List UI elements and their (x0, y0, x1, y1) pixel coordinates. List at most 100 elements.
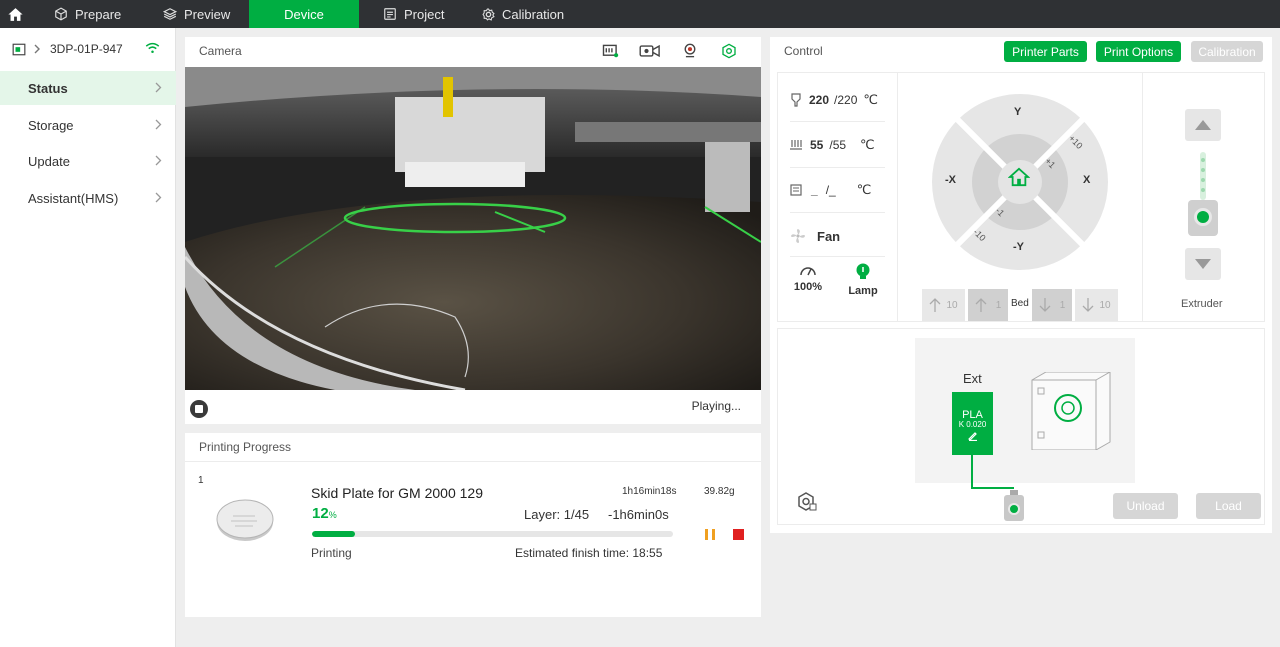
nozzle-current: 220 (809, 93, 830, 107)
speed-value: 100% (793, 281, 823, 293)
estimated-finish: Estimated finish time: 18:55 (515, 546, 663, 560)
divider (790, 212, 885, 213)
sidebar-item-status[interactable]: Status (0, 71, 176, 105)
edit-icon (967, 432, 977, 442)
jog-y-minus[interactable]: -Y (1013, 241, 1024, 253)
device-name: 3DP-01P-947 (50, 42, 123, 56)
jog-y-plus[interactable]: Y (1014, 106, 1021, 118)
sidebar-item-storage[interactable]: Storage (0, 108, 176, 142)
plate-thumbnail (216, 499, 274, 541)
lamp-icon (856, 263, 870, 279)
device-selector[interactable]: 3DP-01P-947 (0, 28, 176, 70)
layer-count: Layer: 1/45 (524, 507, 590, 522)
arrow-down-icon (1039, 298, 1051, 312)
calibration-button[interactable]: Calibration (1191, 41, 1263, 62)
temp-unit: ℃ (856, 182, 872, 197)
nozzle-temp[interactable]: 220 /220 ℃ (790, 92, 878, 108)
progress-title: Printing Progress (199, 440, 292, 454)
device-sidebar: 3DP-01P-947 Status Storage Update Assist… (0, 28, 176, 647)
print-options-button[interactable]: Print Options (1096, 41, 1181, 62)
time-remaining: -1h6min0s (608, 507, 669, 522)
pause-button[interactable] (704, 528, 716, 540)
sidebar-item-update[interactable]: Update (0, 144, 176, 178)
progress-percent-value: 12 (312, 505, 329, 522)
bed-temp[interactable]: 55 /55 ℃ (790, 137, 875, 153)
sidebar-item-label: Status (28, 80, 68, 96)
gear-icon (482, 8, 495, 21)
tab-label: Device (284, 6, 324, 22)
nozzle-target: /220 (834, 93, 858, 107)
job-name: Skid Plate for GM 2000 129 (311, 485, 483, 501)
chevron-right-icon (155, 155, 162, 166)
tab-preview[interactable]: Preview (163, 0, 253, 28)
ams-settings-button[interactable] (796, 492, 818, 512)
fan-icon (791, 229, 805, 243)
filament-path (971, 455, 1014, 489)
fan-control[interactable]: Fan (790, 228, 840, 244)
divider (790, 167, 885, 168)
camera-title: Camera (199, 44, 242, 58)
bed-down-10-button[interactable]: 10 (1075, 289, 1118, 321)
bed-up-1-button[interactable]: 1 (968, 289, 1008, 321)
camera-feed (185, 67, 761, 390)
divider (790, 256, 885, 257)
tab-device[interactable]: Device (249, 0, 359, 28)
arrow-down-icon (1082, 298, 1094, 312)
bed-down-1-button[interactable]: 1 (1032, 289, 1072, 321)
progress-bar (312, 531, 673, 537)
extruder-illustration (1188, 152, 1218, 236)
stream-status: Playing... (691, 399, 741, 413)
chevron-right-icon (155, 192, 162, 203)
video-record-icon[interactable] (638, 44, 662, 58)
temp-unit: ℃ (863, 92, 878, 107)
extrude-down-button[interactable] (1185, 248, 1221, 280)
tab-label: Prepare (75, 6, 122, 22)
chamber-current: _ (811, 183, 818, 197)
control-title: Control (784, 44, 823, 58)
tab-calibration[interactable]: Calibration (482, 0, 592, 28)
sidebar-item-label: Storage (28, 117, 74, 133)
ext-label: Ext (963, 371, 982, 386)
home-axes-button[interactable] (1004, 162, 1034, 192)
camera-settings-icon[interactable] (721, 43, 737, 59)
chamber-temp[interactable]: _ /_ ℃ (790, 182, 871, 198)
lamp-toggle[interactable]: Lamp (845, 263, 881, 297)
external-spool-slot[interactable]: PLA K 0.020 (952, 392, 993, 455)
home-button[interactable] (0, 0, 30, 28)
heatbed-icon (790, 140, 802, 150)
chevron-right-icon (34, 44, 40, 54)
bed-up-10-button[interactable]: 10 (922, 289, 965, 321)
sidebar-item-label: Assistant(HMS) (28, 190, 119, 206)
arrow-up-icon (975, 298, 987, 312)
speed-control[interactable]: 100% (790, 264, 826, 293)
webcam-icon[interactable] (683, 43, 697, 58)
print-duration: 1h16min18s (622, 486, 677, 497)
bed-current: 55 (810, 138, 824, 152)
print-state: Printing (311, 546, 352, 560)
tab-label: Calibration (502, 6, 565, 22)
filament-settings-icon (798, 492, 817, 511)
sd-card-icon[interactable] (602, 44, 619, 58)
jog-x-minus[interactable]: -X (945, 174, 956, 186)
printer-illustration (1031, 372, 1111, 450)
load-button[interactable]: Load (1196, 493, 1261, 519)
extrude-up-button[interactable] (1185, 109, 1221, 141)
stop-print-button[interactable] (733, 528, 744, 540)
layers-icon (163, 8, 177, 20)
bed-target: /55 (829, 138, 847, 152)
sidebar-item-assistant[interactable]: Assistant(HMS) (0, 181, 176, 215)
stop-stream-button[interactable] (190, 400, 208, 418)
tab-project[interactable]: Project (383, 0, 473, 28)
extruder-label: Extruder (1181, 298, 1223, 310)
progress-percent-unit: % (328, 510, 337, 520)
printer-icon (12, 43, 26, 55)
document-icon (384, 8, 396, 20)
camera-feed-image (185, 67, 761, 390)
chamber-target: /_ (825, 183, 836, 197)
lamp-label: Lamp (848, 285, 878, 297)
divider (790, 121, 885, 122)
printer-parts-button[interactable]: Printer Parts (1004, 41, 1087, 62)
jog-x-plus[interactable]: X (1083, 174, 1090, 186)
tab-prepare[interactable]: Prepare (54, 0, 154, 28)
unload-button[interactable]: Unload (1113, 493, 1178, 519)
